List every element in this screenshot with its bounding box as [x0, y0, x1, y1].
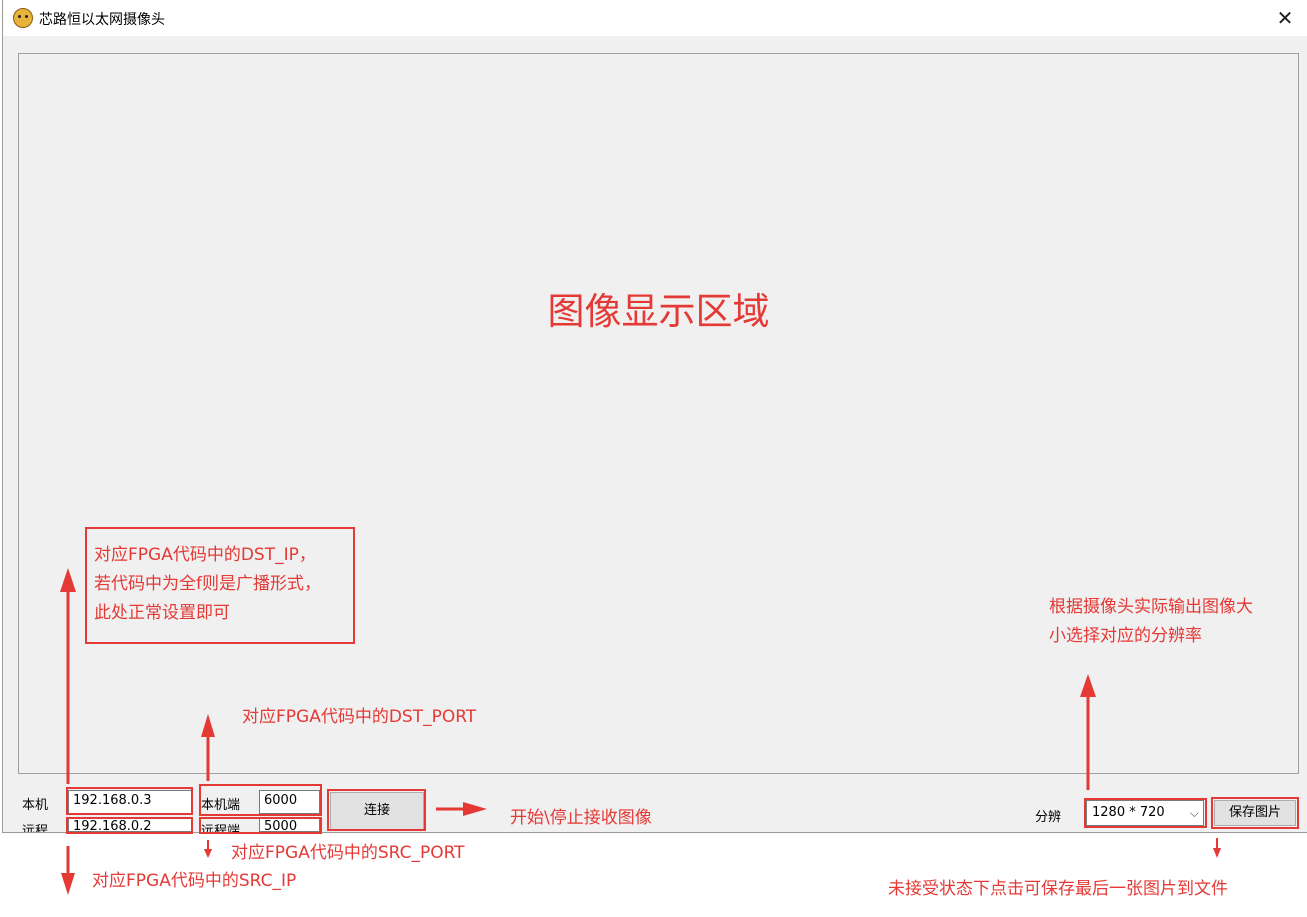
close-button[interactable]: ✕ [1262, 0, 1307, 36]
remote-ip-highlight [66, 817, 193, 834]
dst-ip-note-line: 若代码中为全f则是广播形式， [94, 574, 321, 594]
image-display-area: 图像显示区域 [18, 53, 1299, 774]
dst-port-note: 对应FPGA代码中的DST_PORT [242, 707, 477, 727]
title-bar: 芯路恒以太网摄像头 ✕ [3, 0, 1307, 36]
local-ip-label: 本机 [22, 798, 49, 813]
resolution-highlight [1084, 798, 1207, 828]
arrow-head-down-icon [61, 873, 75, 895]
dst-ip-note: 对应FPGA代码中的DST_IP， 若代码中为全f则是广播形式， 此处正常设置即… [94, 541, 321, 628]
resolution-label: 分辨 [1035, 810, 1062, 825]
arrow-head-down-icon [204, 849, 212, 858]
src-port-note: 对应FPGA代码中的SRC_PORT [231, 843, 465, 863]
resolution-note: 根据摄像头实际输出图像大 小选择对应的分辨率 [1049, 593, 1253, 651]
remote-ip-label: 远程 [22, 824, 49, 832]
start-stop-note: 开始\停止接收图像 [510, 808, 652, 828]
src-ip-note: 对应FPGA代码中的SRC_IP [92, 871, 297, 891]
display-area-label: 图像显示区域 [547, 290, 770, 333]
app-icon [13, 8, 33, 28]
connect-highlight [327, 789, 426, 831]
app-window: 芯路恒以太网摄像头 ✕ 图像显示区域 [2, 0, 1307, 833]
local-port-highlight [199, 784, 322, 816]
resolution-note-line: 根据摄像头实际输出图像大 [1049, 597, 1253, 617]
arrow-head-down-icon [1213, 848, 1221, 858]
dst-ip-note-line: 此处正常设置即可 [94, 603, 230, 623]
remote-port-highlight [199, 817, 322, 834]
save-highlight [1211, 797, 1299, 829]
dst-ip-note-line: 对应FPGA代码中的DST_IP， [94, 545, 316, 565]
save-hint-note: 未接受状态下点击可保存最后一张图片到文件 [888, 879, 1228, 899]
window-title: 芯路恒以太网摄像头 [39, 12, 165, 28]
local-ip-highlight [66, 787, 193, 815]
resolution-note-line: 小选择对应的分辨率 [1049, 626, 1202, 646]
